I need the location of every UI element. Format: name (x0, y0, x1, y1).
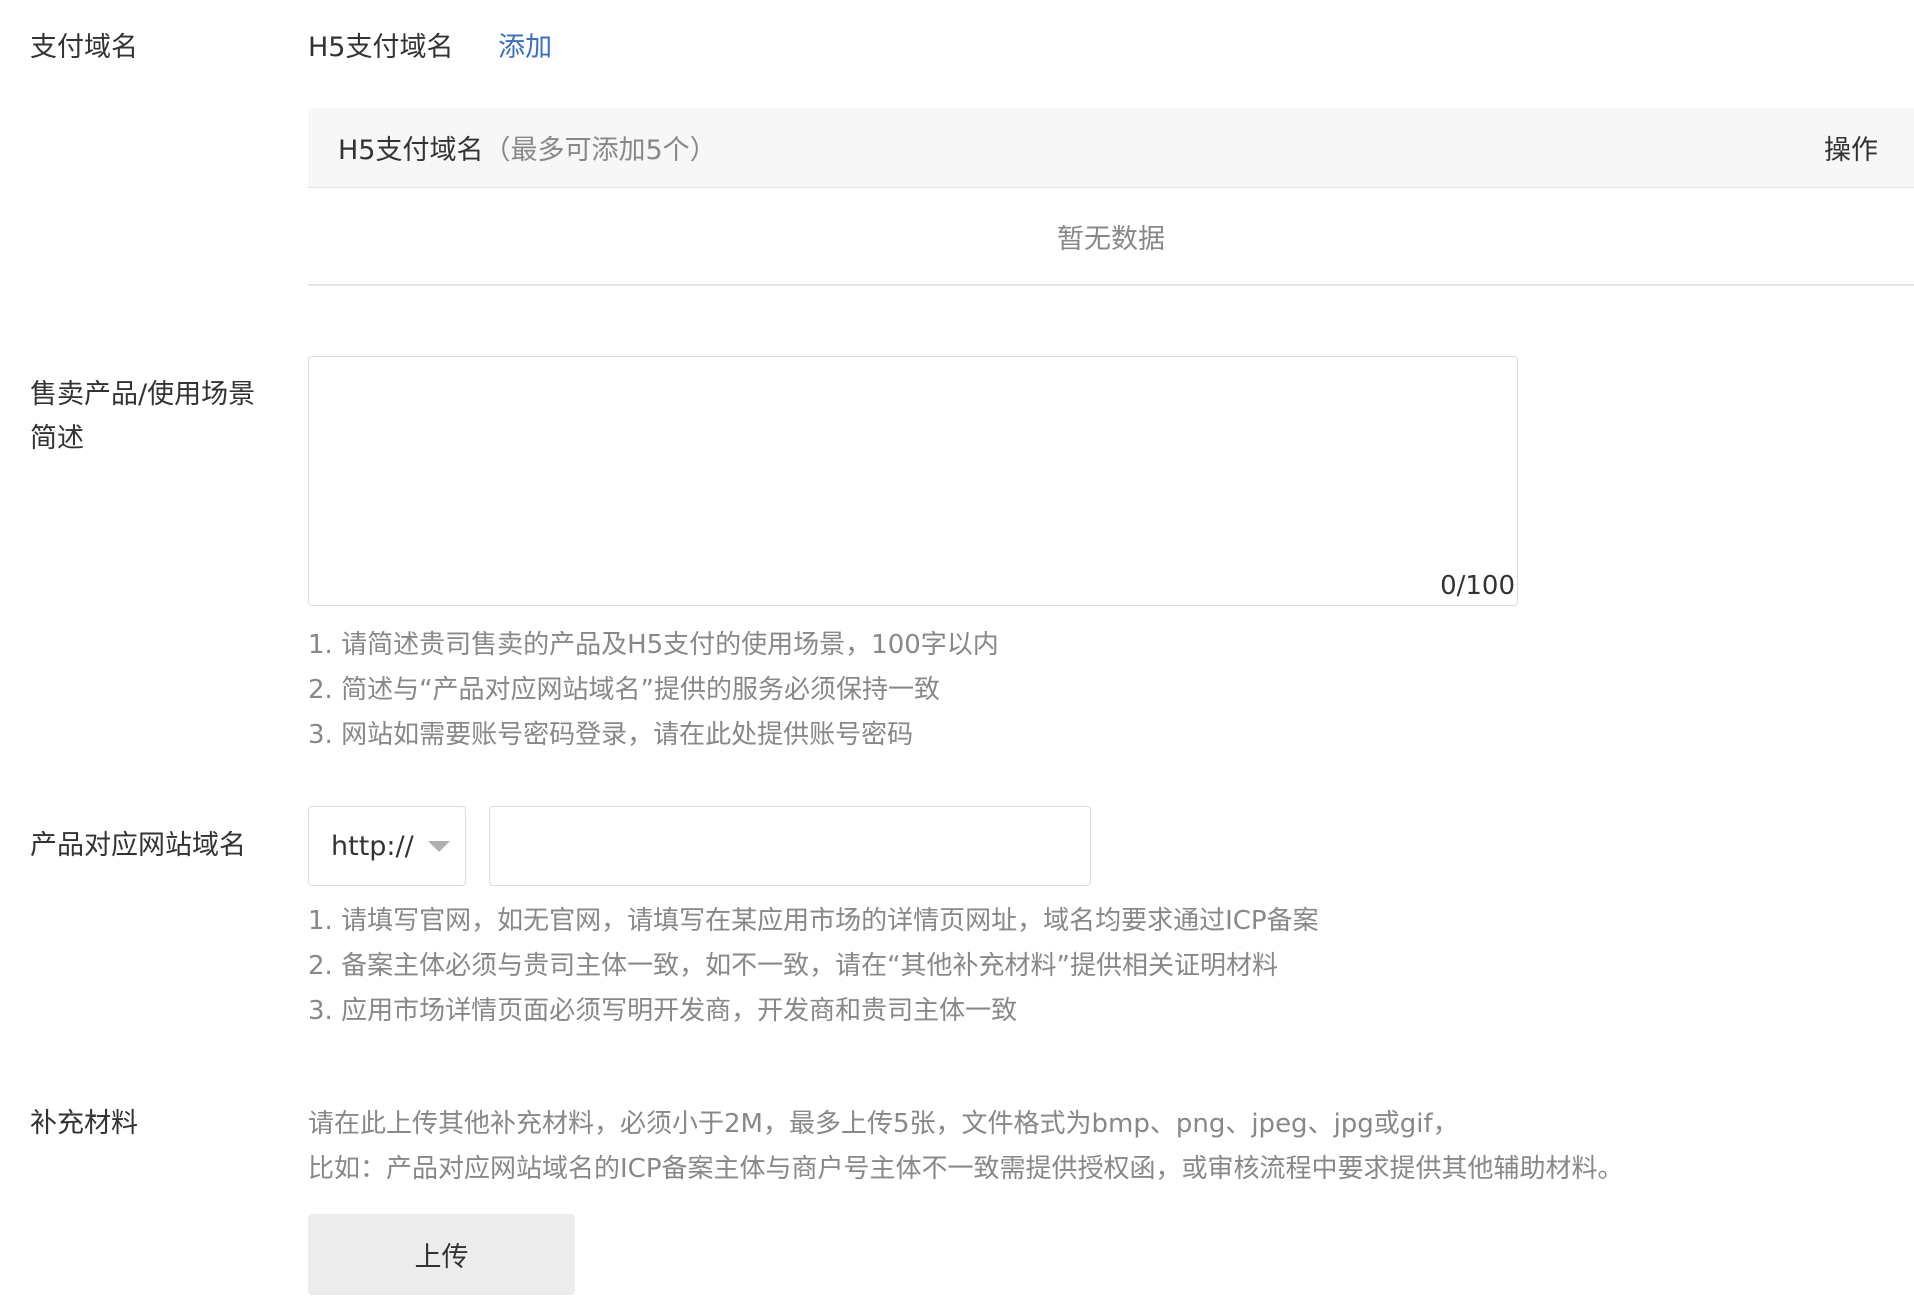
char-counter: 0/100 (1440, 571, 1515, 601)
site-tip-1: 1. 请填写官网，如无官网，请填写在某应用市场的详情页网址，域名均要求通过ICP… (308, 906, 1319, 936)
scene-desc-label: 售卖产品/使用场景 简述 (30, 373, 255, 461)
domain-column-title: H5支付域名 (338, 135, 484, 166)
site-tip-3: 3. 应用市场详情页面必须写明开发商，开发商和贵司主体一致 (308, 996, 1018, 1026)
domain-table-header: H5支付域名（最多可添加5个） 操作 (308, 108, 1914, 188)
scene-desc-textarea[interactable] (309, 357, 1517, 605)
site-domain-tips: 1. 请填写官网，如无官网，请填写在某应用市场的详情页网址，域名均要求通过ICP… (308, 899, 1319, 1034)
extra-material-desc: 请在此上传其他补充材料，必须小于2M，最多上传5张，文件格式为bmp、png、j… (308, 1102, 1624, 1192)
extra-material-label: 补充材料 (30, 1108, 138, 1139)
scene-desc-label-line2: 简述 (30, 423, 84, 454)
scene-desc-textarea-box: 0/100 (308, 356, 1518, 606)
scene-tip-2: 2. 简述与“产品对应网站域名”提供的服务必须保持一致 (308, 675, 941, 705)
merchant-form: 支付域名 H5支付域名 添加 H5支付域名（最多可添加5个） 操作 暂无数据 售… (0, 0, 1914, 1312)
extra-desc-line1: 请在此上传其他补充材料，必须小于2M，最多上传5张，文件格式为bmp、png、j… (308, 1109, 1459, 1139)
scene-tip-1: 1. 请简述贵司售卖的产品及H5支付的使用场景，100字以内 (308, 630, 999, 660)
scene-desc-tips: 1. 请简述贵司售卖的产品及H5支付的使用场景，100字以内 2. 简述与“产品… (308, 623, 999, 758)
payment-domain-label: 支付域名 (30, 32, 138, 63)
scene-desc-label-line1: 售卖产品/使用场景 (30, 379, 256, 410)
action-column-header: 操作 (1824, 135, 1878, 166)
protocol-value: http:// (331, 830, 414, 862)
table-empty-state: 暂无数据 (308, 188, 1914, 286)
domain-column-header: H5支付域名（最多可添加5个） (338, 128, 717, 167)
scene-tip-3: 3. 网站如需要账号密码登录，请在此处提供账号密码 (308, 720, 914, 750)
extra-desc-line2: 比如：产品对应网站域名的ICP备案主体与商户号主体不一致需提供授权函，或审核流程… (308, 1154, 1624, 1184)
domain-column-hint: （最多可添加5个） (483, 135, 717, 166)
payment-domain-header: H5支付域名 添加 (308, 26, 552, 70)
add-domain-link[interactable]: 添加 (498, 32, 552, 63)
caret-down-icon (427, 840, 450, 852)
domain-table: H5支付域名（最多可添加5个） 操作 暂无数据 (308, 108, 1914, 286)
site-domain-label: 产品对应网站域名 (30, 830, 246, 861)
upload-button[interactable]: 上传 (308, 1214, 575, 1295)
h5-domain-title: H5支付域名 (308, 32, 454, 63)
site-domain-input[interactable] (489, 806, 1091, 886)
site-tip-2: 2. 备案主体必须与贵司主体一致，如不一致，请在“其他补充材料”提供相关证明材料 (308, 951, 1279, 981)
protocol-select[interactable]: http:// (308, 806, 466, 886)
